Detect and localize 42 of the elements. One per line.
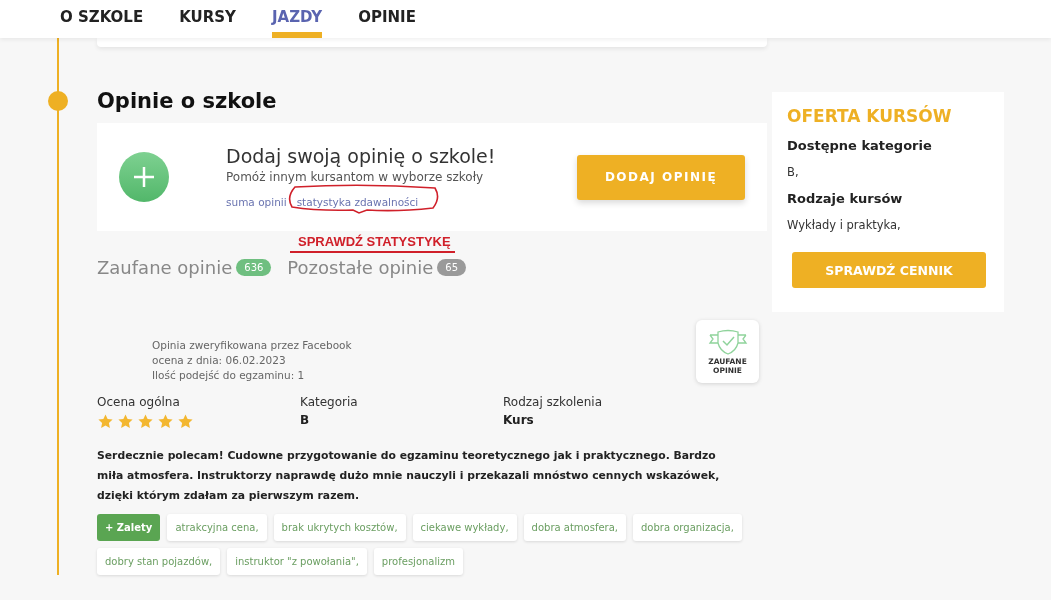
sidebar-heading: Rodzaje kursów: [787, 191, 904, 206]
field-value: Kurs: [503, 413, 535, 427]
pros-label: + Zalety: [97, 514, 161, 541]
pro-tag: instruktor "z powołania",: [227, 548, 367, 575]
sidebar-value: B,: [787, 165, 800, 179]
review-meta: ocena z dnia: 06.02.2023: [152, 353, 287, 368]
nav-tab[interactable]: OPINIE: [358, 0, 416, 38]
star-icon: [117, 413, 134, 430]
pro-tag: dobra organizacja,: [633, 514, 742, 541]
sidebar-title: OFERTA KURSÓW: [787, 106, 953, 126]
field-value: B: [300, 413, 311, 427]
star-icon: [137, 413, 154, 430]
nav-tab[interactable]: O SZKOLE: [60, 0, 144, 38]
count-badge: 636: [236, 259, 272, 276]
nav-tab[interactable]: KURSY: [179, 0, 236, 38]
annotation-text: SPRAWDŹ STATYSTYKĘ: [290, 233, 455, 253]
review-tab[interactable]: Zaufane opinie: [97, 257, 233, 278]
star-icon: [157, 413, 174, 430]
pro-tag: dobry stan pojazdów,: [97, 548, 221, 575]
sidebar-value: Wykłady i praktyka,: [787, 218, 902, 232]
pro-tag: brak ukrytych kosztów,: [273, 514, 406, 541]
pro-tag: ciekawe wykłady,: [412, 514, 517, 541]
shield-check-icon: [707, 328, 748, 355]
plus-icon[interactable]: [119, 152, 169, 202]
field-label: Kategoria: [300, 395, 359, 409]
review-link[interactable]: suma opinii: [226, 195, 287, 208]
star-icon: [177, 413, 194, 430]
field-label: Ocena ogólna: [97, 395, 181, 409]
count-badge: 65: [437, 259, 467, 276]
pro-tag: atrakcyjna cena,: [167, 514, 267, 541]
pro-tag: profesjonalizm: [373, 548, 463, 575]
sidebar-heading: Dostępne kategorie: [787, 138, 933, 153]
field-label: Rodzaj szkolenia: [503, 395, 603, 409]
add-review-title: Dodaj swoją opinię o szkole!: [226, 144, 497, 167]
review-text: Serdecznie polecam! Cudowne przygotowanie do egzaminu teoretycznego jak i praktycznego. Bardzo miła atmosfera. Instruktorzy naprawdę dużo mnie nauczyli i przekazali mnóstwo cennych wskazówek, dzięki którym zdałam za pierwszym razem.: [97, 448, 721, 504]
review-tab[interactable]: Pozostałe opinie: [287, 257, 434, 278]
review-meta: Ilość podejść do egzaminu: 1: [152, 368, 306, 383]
star-icon: [97, 413, 114, 430]
add-review-subtitle: Pomóż innym kursantom w wyborze szkoły: [226, 169, 485, 184]
section-title: Opinie o szkole: [97, 89, 278, 113]
pro-tag: dobra atmosfera,: [523, 514, 626, 541]
review-meta: Opinia zweryfikowana przez Facebook: [152, 338, 352, 353]
